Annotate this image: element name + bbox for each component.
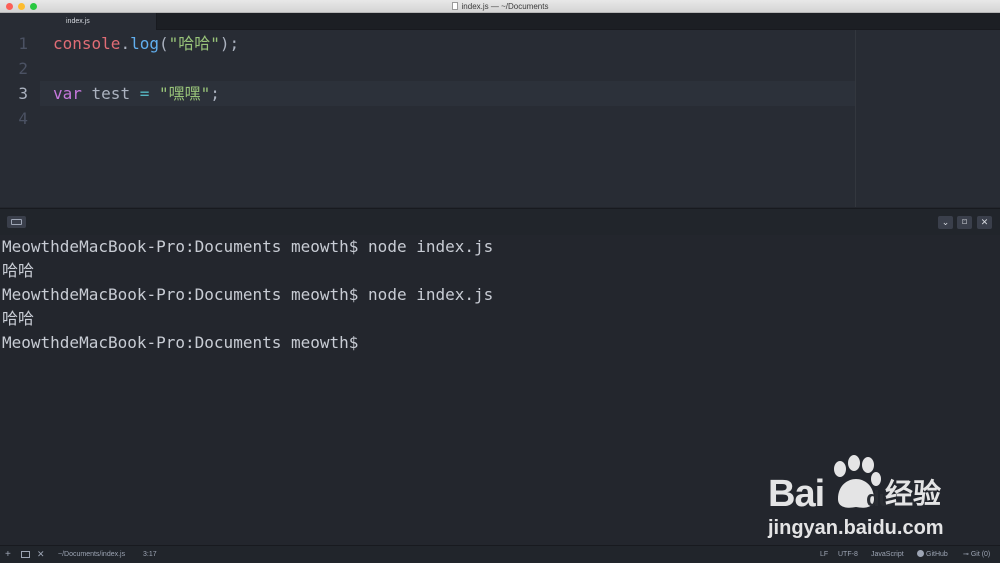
tab-bar: index.js	[0, 13, 1000, 30]
terminal-line: MeowthdeMacBook-Pro:Documents meowth$ no…	[2, 285, 494, 304]
git-commit-icon: ⊸	[963, 551, 971, 558]
baidu-jingyan-text: 经验	[885, 477, 942, 510]
hide-terminal-button[interactable]: ⌄	[938, 216, 953, 229]
tab-index-js[interactable]: index.js	[0, 13, 157, 30]
terminal-tab[interactable]	[7, 216, 26, 228]
token-log: log	[130, 34, 159, 53]
line-number: 2	[18, 59, 28, 78]
token-dot: .	[120, 34, 131, 53]
token-identifier: test	[81, 84, 140, 103]
token-paren: (	[158, 34, 169, 53]
github-icon	[917, 550, 924, 557]
baidu-jingyan-url: jingyan.baidu.com	[768, 517, 944, 539]
token-var: var	[53, 84, 82, 103]
baidu-brand: Bai	[768, 473, 825, 515]
token-string: "嘿嘿"	[158, 84, 211, 103]
window-title: index.js — ~/Documents	[461, 2, 549, 11]
github-label: GitHub	[926, 551, 948, 558]
terminal-toggle-icon[interactable]	[21, 551, 30, 558]
token-console: console	[53, 34, 121, 53]
line-number: 1	[18, 34, 28, 53]
line-number: 3	[18, 84, 28, 103]
terminal-line: MeowthdeMacBook-Pro:Documents meowth$	[2, 333, 359, 352]
terminal-line: 哈哈	[2, 261, 35, 280]
file-path[interactable]: ~/Documents/index.js	[58, 546, 125, 563]
title-bar: index.js — ~/Documents	[0, 0, 1000, 13]
close-all-terminals-icon[interactable]: ✕	[37, 546, 45, 563]
baidu-logo-text: Bai du	[768, 472, 892, 521]
grammar[interactable]: JavaScript	[871, 546, 904, 563]
git-label: Git (0)	[970, 551, 991, 558]
code-line-1: console.log("哈哈");	[53, 31, 239, 56]
token-string: "哈哈"	[168, 34, 220, 53]
terminal-line: 哈哈	[2, 309, 35, 328]
encoding[interactable]: UTF-8	[838, 546, 858, 563]
tab-label: index.js	[66, 18, 90, 25]
terminal-line: MeowthdeMacBook-Pro:Documents meowth$ no…	[2, 237, 494, 256]
token-semicolon: ;	[210, 84, 220, 103]
maximize-terminal-button[interactable]: ⌑	[957, 216, 972, 229]
line-ending[interactable]: LF	[820, 546, 828, 563]
token-operator: =	[139, 84, 150, 103]
cursor-position[interactable]: 3:17	[143, 546, 157, 563]
line-number-gutter: 1 2 3 4	[0, 30, 40, 207]
close-terminal-button[interactable]: ✕	[977, 216, 992, 229]
github-button[interactable]: GitHub	[917, 546, 948, 563]
token-close: );	[219, 34, 240, 53]
wrap-guide	[855, 30, 856, 207]
terminal-icon	[11, 219, 22, 225]
code-line-3: var test = "嘿嘿";	[53, 81, 220, 106]
window-title-wrap: index.js — ~/Documents	[0, 0, 1000, 13]
add-terminal-icon[interactable]: +	[5, 546, 11, 563]
terminal-header: ⌄ ⌑ ✕	[0, 208, 1000, 235]
status-bar: + ✕ ~/Documents/index.js 3:17 LF UTF-8 J…	[0, 545, 1000, 563]
document-icon	[451, 2, 458, 10]
git-button[interactable]: ⊸ Git (0)	[963, 546, 990, 563]
code-editor[interactable]: 1 2 3 4 console.log("哈哈"); var test = "嘿…	[0, 30, 1000, 207]
line-number: 4	[18, 109, 28, 128]
